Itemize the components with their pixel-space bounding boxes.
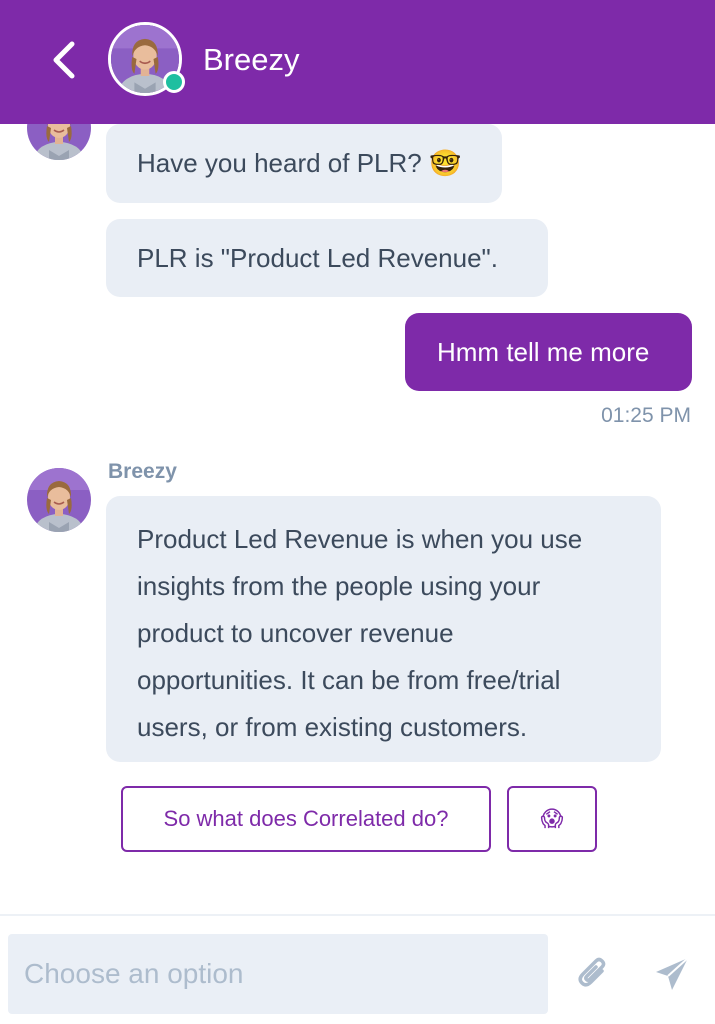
message-line: users, or from existing customers. [137,712,528,742]
quick-reply-correlated-button[interactable]: So what does Correlated do? [121,786,491,852]
online-status-indicator [163,71,185,93]
header-avatar [108,22,185,96]
back-button[interactable] [44,38,84,82]
incoming-message-bubble: Have you heard of PLR? 🤓 [106,124,502,203]
quick-reply-emoji-button[interactable]: 😱 [507,786,597,852]
message-line: insights from the people using your [137,571,541,601]
incoming-message-bubble: Product Led Revenue is when you use insi… [106,496,661,762]
message-timestamp: 01:25 PM [601,404,691,427]
avatar [27,468,91,532]
message-input[interactable] [8,934,548,1014]
contact-name: Breezy [203,42,300,77]
message-line: Product Led Revenue is when you use [137,524,583,554]
outgoing-message-bubble: Hmm tell me more [405,313,692,391]
send-button[interactable] [652,954,692,994]
chat-header: Breezy [0,0,715,124]
message-text: Have you heard of PLR? 🤓 [137,148,462,178]
incoming-message-bubble: PLR is "Product Led Revenue". [106,219,548,297]
sender-name: Breezy [108,460,177,483]
chevron-left-icon [53,41,75,79]
avatar [27,124,91,160]
attach-button[interactable] [574,954,614,994]
message-text: PLR is "Product Led Revenue". [137,243,498,273]
message-list: Have you heard of PLR? 🤓 PLR is "Product… [0,124,715,914]
message-line: opportunities. It can be from free/trial [137,665,561,695]
quick-reply-label: So what does Correlated do? [163,806,449,831]
composer [0,914,715,1024]
scream-emoji-icon: 😱 [540,806,564,831]
paperclip-icon [578,957,606,987]
message-line: product to uncover revenue [137,618,454,648]
send-icon [656,957,689,990]
message-text: Hmm tell me more [437,337,650,367]
